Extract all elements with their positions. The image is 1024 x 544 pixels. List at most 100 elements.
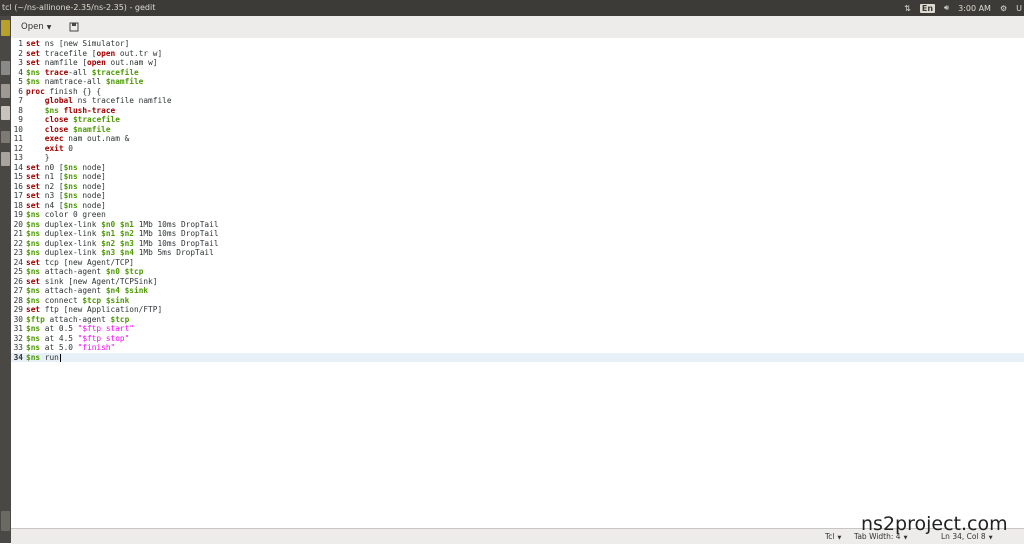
code-line[interactable]: 7 global ns tracefile namfile (11, 96, 1024, 106)
code-line[interactable]: 29 set ftp [new Application/FTP] (11, 305, 1024, 315)
code-text: $ns run (26, 352, 61, 362)
launcher-app-icon[interactable] (1, 131, 10, 143)
launcher-app-icon[interactable] (1, 152, 10, 166)
code-text: set n4 [$ns node] (26, 200, 106, 210)
network-icon[interactable]: ⇅ (904, 4, 911, 13)
line-number: 28 (13, 295, 23, 305)
toolbar: Open ▼ (11, 16, 1024, 39)
code-text: set n1 [$ns node] (26, 172, 106, 181)
line-number: 5 (18, 77, 23, 86)
code-line[interactable]: 27 $ns attach-agent $n4 $sink (11, 286, 1024, 296)
code-line[interactable]: 33 $ns at 5.0 "finish" (11, 343, 1024, 353)
code-text: set ns [new Simulator] (26, 39, 130, 48)
top-panel: tcl (~/ns-allinone-2.35/ns-2.35) - gedit… (0, 0, 1024, 16)
keyboard-layout-indicator[interactable]: En (919, 3, 936, 13)
code-text: exit 0 (44, 143, 73, 153)
open-button[interactable]: Open ▼ (19, 20, 53, 34)
code-text: set n0 [$ns node] (26, 162, 106, 172)
line-number: 15 (13, 172, 23, 181)
code-line[interactable]: 2 set tracefile [open out.tr w] (11, 49, 1024, 59)
code-line[interactable]: 34 $ns run (11, 352, 1024, 362)
code-line[interactable]: 12 exit 0 (11, 144, 1024, 154)
code-line[interactable]: 11 exec nam out.nam & (11, 134, 1024, 144)
code-text: set ftp [new Application/FTP] (26, 305, 163, 314)
code-line[interactable]: 15 set n1 [$ns node] (11, 172, 1024, 182)
launcher-app-icon[interactable] (1, 84, 10, 98)
power-gear-icon[interactable]: ⚙ (1000, 4, 1007, 13)
line-number: 29 (13, 305, 23, 314)
code-line[interactable]: 32 $ns at 4.5 "$ftp stop" (11, 334, 1024, 344)
code-text: $ns attach-agent $n4 $sink (26, 286, 149, 295)
code-text: } (26, 153, 50, 162)
line-number: 34 (13, 352, 23, 362)
code-line[interactable]: 9 close $tracefile (11, 115, 1024, 125)
line-number: 13 (13, 153, 23, 162)
code-line[interactable]: 10 close $namfile (11, 125, 1024, 135)
code-line[interactable]: 23 $ns duplex-link $n3 $n4 1Mb 5ms DropTa… (11, 248, 1024, 258)
launcher-app-icon[interactable] (1, 106, 10, 120)
code-line[interactable]: 8 $ns flush-trace (11, 106, 1024, 116)
code-line[interactable]: 16 set n2 [$ns node] (11, 182, 1024, 192)
line-number: 24 (13, 257, 23, 267)
code-line[interactable]: 24 set tcp [new Agent/TCP] (11, 258, 1024, 268)
code-line[interactable]: 22 $ns duplex-link $n2 $n3 1Mb 10ms DropT… (11, 239, 1024, 249)
code-text: $ns flush-trace (44, 105, 116, 115)
line-number: 31 (13, 324, 23, 333)
chevron-down-icon: ▼ (988, 535, 993, 541)
code-text: set tracefile [open out.tr w] (26, 48, 163, 58)
code-text: $ns duplex-link $n1 $n2 1Mb 10ms DropTai… (26, 229, 219, 238)
code-line[interactable]: 3 set namfile [open out.nam w] (11, 58, 1024, 68)
line-number: 20 (13, 219, 23, 229)
code-line[interactable]: 1 set ns [new Simulator] (11, 39, 1024, 49)
code-text: set tcp [new Agent/TCP] (26, 257, 134, 267)
volume-icon[interactable]: 🔊︎ (944, 3, 949, 13)
code-line[interactable]: 6 proc finish {} { (11, 87, 1024, 97)
launcher-app-icon[interactable] (1, 61, 10, 75)
code-text: $ns duplex-link $n0 $n1 1Mb 10ms DropTai… (26, 219, 219, 229)
code-line[interactable]: 26 set sink [new Agent/TCPSink] (11, 277, 1024, 287)
code-text: $ns duplex-link $n2 $n3 1Mb 10ms DropTai… (26, 238, 219, 248)
code-text: $ns namtrace-all $namfile (26, 77, 144, 86)
line-number: 23 (13, 248, 23, 257)
text-editor[interactable]: 1 set ns [new Simulator] 2 set tracefile [o… (11, 38, 1024, 528)
code-text: proc finish {} { (26, 86, 102, 96)
code-line[interactable]: 28 $ns connect $tcp $sink (11, 296, 1024, 306)
code-text: set sink [new Agent/TCPSink] (26, 276, 158, 286)
clock[interactable]: 3:00 AM (958, 4, 991, 13)
code-line[interactable]: 20 $ns duplex-link $n0 $n1 1Mb 10ms DropT… (11, 220, 1024, 230)
line-number: 8 (18, 105, 23, 115)
line-number: 16 (13, 181, 23, 191)
code-line[interactable]: 30 $ftp attach-agent $tcp (11, 315, 1024, 325)
code-line[interactable]: 31 $ns at 0.5 "$ftp start" (11, 324, 1024, 334)
code-text: $ns at 5.0 "finish" (26, 343, 116, 352)
open-label: Open (21, 22, 44, 32)
code-line[interactable]: 13 } (11, 153, 1024, 163)
code-line[interactable]: 17 set n3 [$ns node] (11, 191, 1024, 201)
line-number: 19 (13, 210, 23, 219)
language-selector[interactable]: Tcl ▼ (825, 532, 841, 541)
launcher-app-icon[interactable] (1, 20, 10, 36)
launcher-app-icon[interactable] (1, 511, 10, 531)
code-text: $ftp attach-agent $tcp (26, 314, 130, 324)
code-line[interactable]: 14 set n0 [$ns node] (11, 163, 1024, 173)
code-line[interactable]: 21 $ns duplex-link $n1 $n2 1Mb 10ms DropT… (11, 229, 1024, 239)
code-line[interactable]: 18 set n4 [$ns node] (11, 201, 1024, 211)
line-number: 32 (13, 333, 23, 343)
code-line[interactable]: 25 $ns attach-agent $n0 $tcp (11, 267, 1024, 277)
line-number: 6 (18, 86, 23, 96)
save-button[interactable] (67, 19, 81, 33)
save-icon (69, 22, 79, 32)
code-text: close $tracefile (44, 115, 120, 124)
code-line[interactable]: 4 $ns trace-all $tracefile (11, 68, 1024, 78)
line-number: 22 (13, 238, 23, 248)
code-text: set n3 [$ns node] (26, 191, 106, 200)
user-menu[interactable]: U (1016, 4, 1022, 13)
chevron-down-icon: ▼ (46, 23, 52, 31)
code-text: $ns color 0 green (26, 210, 106, 219)
language-label: Tcl (825, 532, 835, 541)
code-line[interactable]: 19 $ns color 0 green (11, 210, 1024, 220)
code-text: set namfile [open out.nam w] (26, 58, 158, 67)
line-number: 25 (13, 267, 23, 276)
window-title: tcl (~/ns-allinone-2.35/ns-2.35) - gedit (2, 3, 156, 12)
code-line[interactable]: 5 $ns namtrace-all $namfile (11, 77, 1024, 87)
